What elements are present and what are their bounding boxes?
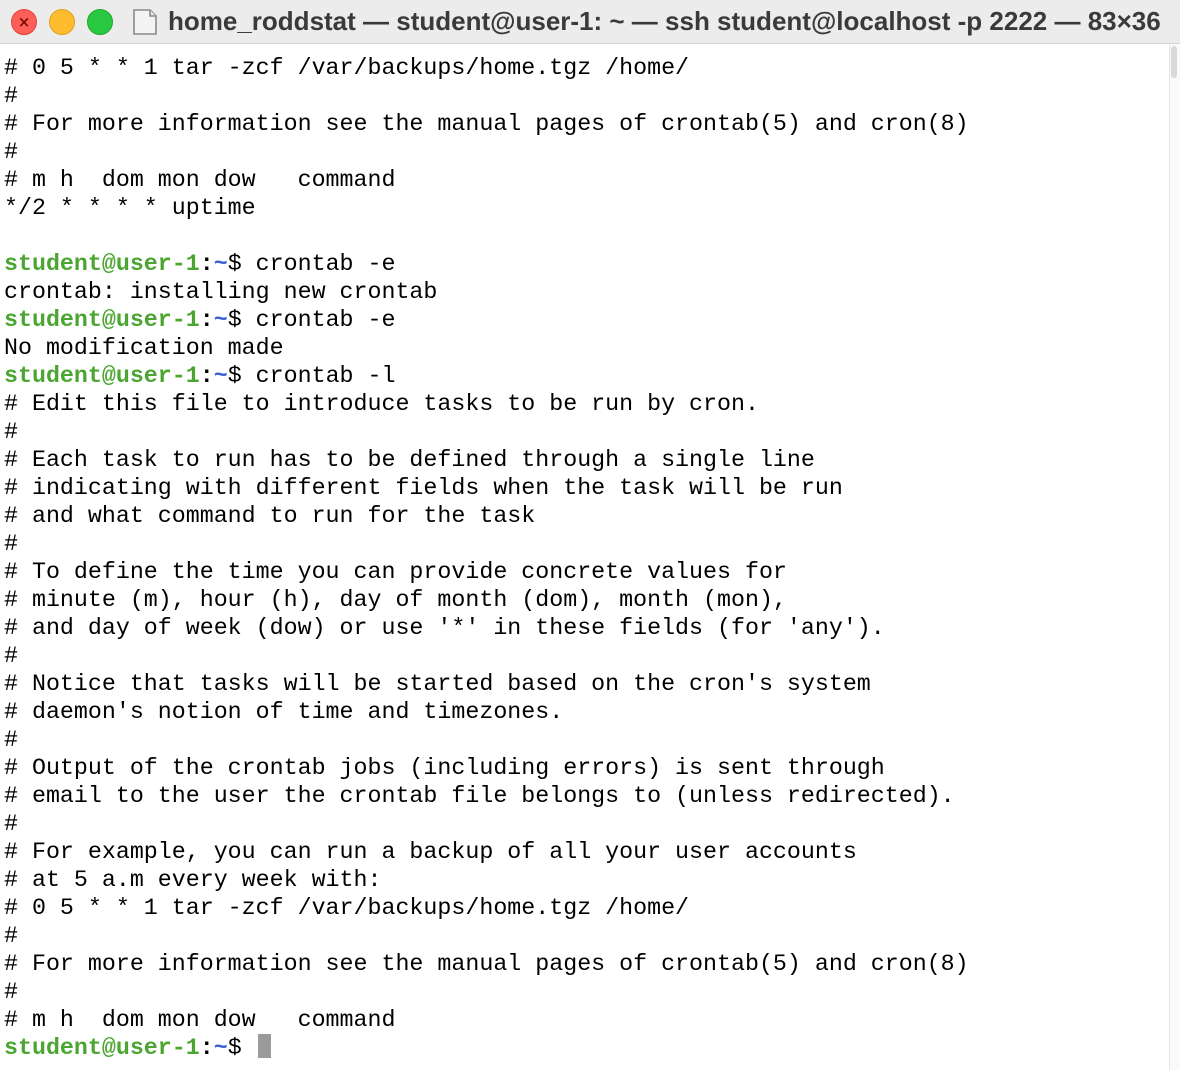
output-line: # [4,83,18,109]
prompt-command: crontab -e [241,307,396,333]
output-line: # indicating with different fields when … [4,475,843,501]
prompt-user: student@user-1 [4,1035,200,1061]
prompt-user: student@user-1 [4,251,200,277]
prompt-symbol: $ [227,1035,242,1061]
output-line: # [4,139,18,165]
output-line: # [4,531,18,557]
output-line: crontab: installing new crontab [4,279,438,305]
prompt-symbol: $ [227,363,242,389]
output-line: # 0 5 * * 1 tar -zcf /var/backups/home.t… [4,55,690,81]
close-icon: × [17,13,31,31]
folder-icon[interactable] [132,7,158,37]
prompt-line: student@user-1:~$ [4,1034,1164,1062]
scrollbar-thumb[interactable] [1171,46,1177,78]
output-line: # [4,419,18,445]
minimize-button[interactable] [49,9,75,35]
vertical-scrollbar[interactable] [1169,44,1180,1070]
close-button[interactable]: × [11,9,37,35]
prompt-path: ~ [213,363,228,389]
zoom-button[interactable] [87,9,113,35]
output-line: # [4,643,18,669]
prompt-line: student@user-1:~$ crontab -e [4,250,1164,278]
prompt-line: student@user-1:~$ crontab -l [4,362,1164,390]
prompt-path: ~ [213,1035,228,1061]
output-line: # Output of the crontab jobs (including … [4,755,885,781]
prompt-symbol: $ [227,251,242,277]
prompt-colon: : [199,251,214,277]
output-line: # For more information see the manual pa… [4,111,969,137]
output-line: # at 5 a.m every week with: [4,867,382,893]
prompt-path: ~ [213,251,228,277]
output-line: # For example, you can run a backup of a… [4,839,857,865]
output-line: # To define the time you can provide con… [4,559,787,585]
output-line: # email to the user the crontab file bel… [4,783,955,809]
prompt-user: student@user-1 [4,307,200,333]
prompt-colon: : [199,1035,214,1061]
output-line: # [4,923,18,949]
output-line: # Each task to run has to be defined thr… [4,447,815,473]
output-line: # [4,811,18,837]
prompt-command: crontab -l [241,363,396,389]
prompt-line: student@user-1:~$ crontab -e [4,306,1164,334]
prompt-symbol: $ [227,307,242,333]
output-line: # m h dom mon dow command [4,1007,396,1033]
prompt-path: ~ [213,307,228,333]
output-line: # m h dom mon dow command [4,167,396,193]
output-line: # [4,727,18,753]
title-bar[interactable]: × home_roddstat — student@user-1: ~ — ss… [0,0,1180,44]
output-line: # Edit this file to introduce tasks to b… [4,391,759,417]
text-cursor [257,1034,271,1058]
output-line: # and day of week (dow) or use '*' in th… [4,615,885,641]
prompt-user: student@user-1 [4,363,200,389]
prompt-command: crontab -e [241,251,396,277]
terminal-output[interactable]: # 0 5 * * 1 tar -zcf /var/backups/home.t… [4,54,1164,1070]
prompt-colon: : [199,363,214,389]
prompt-colon: : [199,307,214,333]
output-line: # and what command to run for the task [4,503,536,529]
terminal-window: × home_roddstat — student@user-1: ~ — ss… [0,0,1180,1070]
output-line: # Notice that tasks will be started base… [4,671,871,697]
prompt-command [242,1035,256,1061]
output-line: */2 * * * * uptime [4,195,256,221]
output-line: # 0 5 * * 1 tar -zcf /var/backups/home.t… [4,895,690,921]
output-line: # minute (m), hour (h), day of month (do… [4,587,787,613]
output-line: # For more information see the manual pa… [4,951,969,977]
output-line: # daemon's notion of time and timezones. [4,699,564,725]
output-line: No modification made [4,335,284,361]
window-title: home_roddstat — student@user-1: ~ — ssh … [168,6,1161,36]
output-line: # [4,979,18,1005]
